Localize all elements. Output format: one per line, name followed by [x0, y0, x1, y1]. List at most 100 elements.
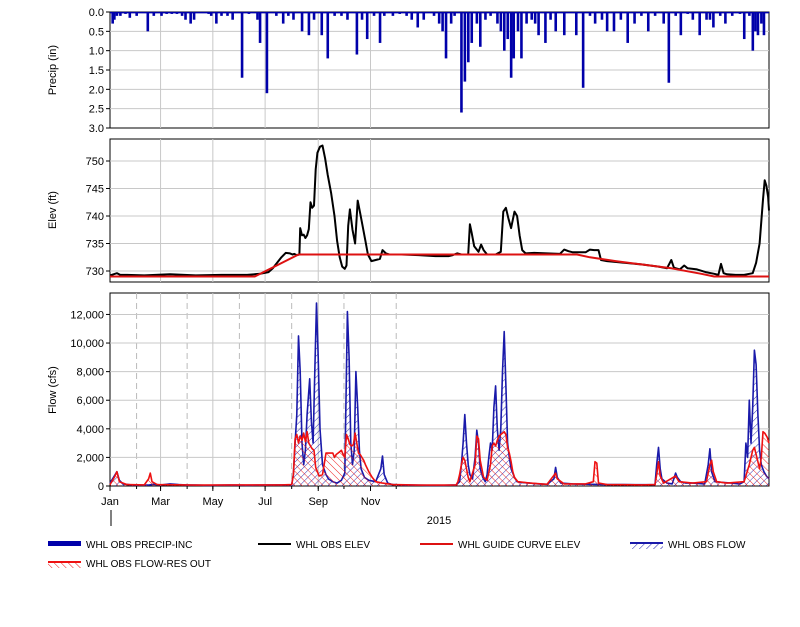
precip-bar [441, 12, 444, 32]
elev-panel: 730 735 740 745 750 Elev (ft) [47, 138, 770, 283]
precip-bar [215, 12, 218, 24]
precip-bar [626, 12, 630, 43]
precip-bar [509, 12, 513, 78]
precip-bar [762, 12, 766, 36]
precip-bar [258, 12, 262, 43]
precip-bar [662, 12, 665, 24]
precip-bar [467, 12, 470, 63]
x-axis: Jan Mar May Jul Sep Nov [101, 486, 397, 508]
y-tick-label: 740 [86, 211, 104, 223]
x-tick-label: Nov [361, 496, 381, 508]
elev-y-ticks: 730 735 740 745 750 [86, 156, 110, 278]
legend-label: WHL OBS ELEV [296, 540, 370, 551]
precip-bar [554, 12, 558, 32]
y-tick-label: 1.5 [89, 65, 104, 77]
precip-bar [479, 12, 482, 47]
precip-bar [605, 12, 609, 32]
precip-bar [416, 12, 420, 28]
y-tick-label: 735 [86, 239, 104, 251]
precip-bar [667, 12, 671, 83]
precip-bar [240, 12, 244, 78]
precip-bar [520, 12, 523, 59]
legend-label: WHL GUIDE CURVE ELEV [458, 540, 581, 551]
precip-bar [475, 12, 479, 24]
precip-bar [562, 12, 566, 36]
legend-swatch [48, 541, 81, 546]
precip-bar [365, 12, 369, 40]
legend-item: WHL GUIDE CURVE ELEV [420, 540, 581, 551]
precip-bar [146, 12, 150, 32]
flow-panel: 0 2,000 4,000 6,000 8,000 10,000 12,000 Flow (… [47, 292, 770, 493]
precip-bar [378, 12, 382, 43]
precip-bar [320, 12, 324, 36]
precip-bar [760, 12, 763, 24]
precip-bar [698, 12, 701, 36]
flow-y-ticks: 0 2,000 4,000 6,000 8,000 10,000 12,000 [70, 309, 110, 493]
y-tick-label: 750 [86, 156, 104, 168]
precip-bar [724, 12, 727, 24]
y-tick-label: 2,000 [76, 452, 104, 464]
precip-bar [503, 12, 506, 51]
legend-item: WHL OBS FLOW [630, 540, 746, 551]
y-tick-label: 8,000 [76, 367, 104, 379]
precip-bar [679, 12, 683, 36]
elev-y-label: Elev (ft) [47, 191, 59, 229]
precip-y-ticks: 0.0 0.5 1.0 1.5 2.0 2.5 3.0 [89, 7, 110, 135]
y-tick-label: 6,000 [76, 395, 104, 407]
precip-bar [463, 12, 467, 82]
hydrograph-chart: 0.0 0.5 1.0 1.5 2.0 2.5 3.0 Precip (in) 730 735… [47, 7, 770, 570]
legend-item: WHL OBS FLOW-RES OUT [48, 559, 211, 570]
precip-bar [612, 12, 616, 32]
precip-bar [537, 12, 540, 36]
precip-bar [265, 12, 269, 94]
x-tick-label: Jan [101, 496, 119, 508]
precip-bar [574, 12, 578, 36]
precip-bar [516, 12, 520, 32]
legend-item: WHL OBS ELEV [258, 540, 370, 551]
year-label: 2015 [427, 515, 451, 527]
legend-label: WHL OBS FLOW [668, 540, 746, 551]
y-tick-label: 2.5 [89, 104, 104, 116]
y-tick-label: 2.0 [89, 84, 104, 96]
precip-bar [593, 12, 597, 24]
precip-bar [525, 12, 528, 24]
x-tick-label: Sep [308, 496, 328, 508]
flow-y-label: Flow (cfs) [47, 366, 59, 414]
precip-bar [756, 12, 760, 36]
precip-bar [544, 12, 547, 43]
y-tick-label: 745 [86, 184, 104, 196]
precip-bar [754, 12, 757, 32]
precip-bar [751, 12, 755, 51]
y-tick-label: 1.0 [89, 46, 104, 58]
precip-bar [581, 12, 585, 88]
legend-item: WHL OBS PRECIP-INC [48, 540, 192, 551]
precip-bar [460, 12, 463, 113]
precip-bar [499, 12, 503, 32]
y-tick-label: 4,000 [76, 424, 104, 436]
precip-bar [633, 12, 636, 24]
precip-bar [449, 12, 453, 24]
precip-bar [712, 12, 715, 28]
x-tick-label: May [202, 496, 223, 508]
precip-bar [355, 12, 359, 55]
precip-bar [300, 12, 304, 32]
x-tick-label: Mar [151, 496, 170, 508]
y-tick-label: 0.0 [89, 7, 104, 19]
y-tick-label: 730 [86, 266, 104, 278]
legend-label: WHL OBS PRECIP-INC [86, 540, 192, 551]
precip-bar [506, 12, 510, 40]
precip-bar [742, 12, 746, 40]
precip-bar [189, 12, 192, 24]
precip-bar [496, 12, 499, 24]
legend-label: WHL OBS FLOW-RES OUT [86, 559, 211, 570]
legend: WHL OBS PRECIP-INC WHL OBS ELEV WHL GUIDE … [48, 540, 746, 570]
y-tick-label: 10,000 [70, 338, 104, 350]
x-tick-label: Jul [258, 496, 272, 508]
precip-bar [281, 12, 285, 24]
precip-bar [646, 12, 650, 32]
y-tick-label: 0.5 [89, 26, 104, 38]
precip-y-label: Precip (in) [47, 45, 59, 95]
precip-bar [437, 12, 441, 24]
y-tick-label: 0 [98, 481, 104, 493]
precip-bar [470, 12, 474, 43]
